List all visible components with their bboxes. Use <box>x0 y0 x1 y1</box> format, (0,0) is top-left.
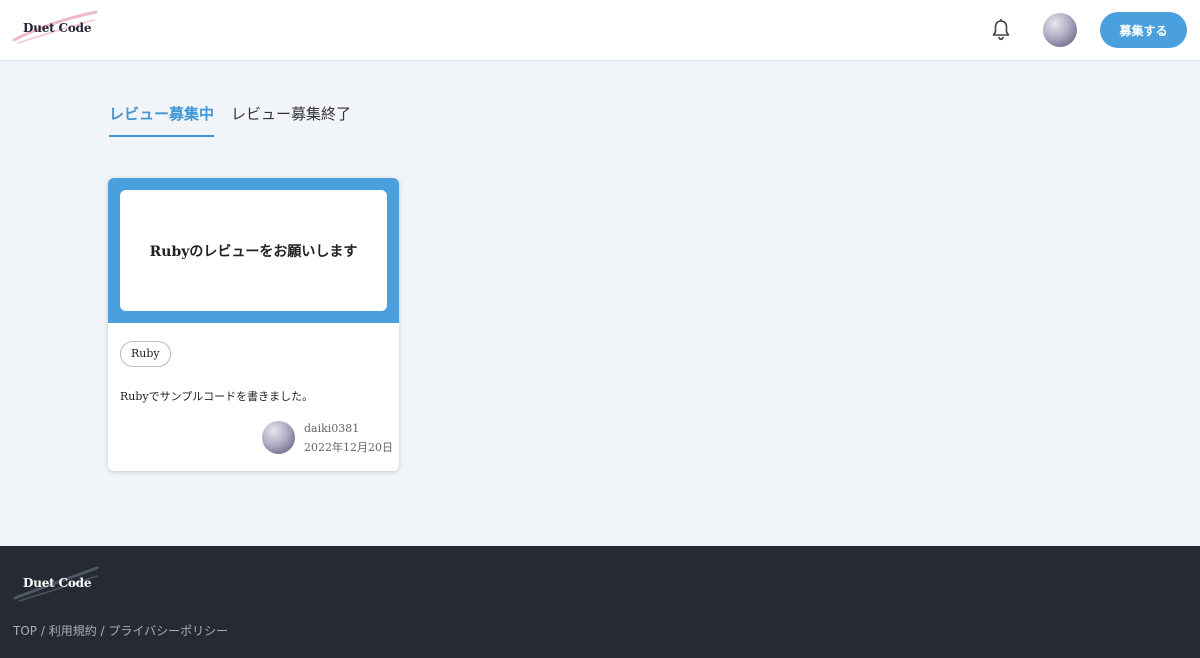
logo[interactable]: Duet Code <box>12 10 102 46</box>
site-footer: Duet Code TOP / 利用規約 / プライバシーポリシー <box>0 546 1200 658</box>
footer-separator: / <box>37 624 49 638</box>
site-header: Duet Code 募集する <box>0 0 1200 61</box>
bell-icon[interactable] <box>989 18 1013 42</box>
footer-links: TOP / 利用規約 / プライバシーポリシー <box>13 622 228 639</box>
post-date: 2022年12月20日 <box>304 441 393 454</box>
card-title: Rubyのレビューをお願いします <box>149 243 358 260</box>
card-title-box: Rubyのレビューをお願いします <box>120 190 387 311</box>
tab-closed[interactable]: レビュー募集終了 <box>231 103 351 137</box>
author-name: daiki0381 <box>304 422 360 435</box>
language-tag[interactable]: Ruby <box>120 341 171 367</box>
footer-logo[interactable]: Duet Code <box>13 566 103 602</box>
footer-link-top[interactable]: TOP <box>13 624 37 638</box>
recruit-button[interactable]: 募集する <box>1100 12 1187 48</box>
author-avatar <box>262 421 295 454</box>
footer-separator: / <box>96 624 109 638</box>
logo-text: Duet Code <box>23 21 92 35</box>
tab-recruiting[interactable]: レビュー募集中 <box>109 103 214 137</box>
footer-link-terms[interactable]: 利用規約 <box>49 624 97 638</box>
footer-logo-text: Duet Code <box>23 576 92 590</box>
card-header: Rubyのレビューをお願いします <box>108 178 399 323</box>
review-card[interactable]: Rubyのレビューをお願いします Ruby Rubyでサンプルコードを書きました… <box>108 178 399 471</box>
card-description: Rubyでサンプルコードを書きました。 <box>120 390 314 403</box>
footer-link-privacy[interactable]: プライバシーポリシー <box>108 624 228 638</box>
user-avatar[interactable] <box>1043 13 1077 47</box>
